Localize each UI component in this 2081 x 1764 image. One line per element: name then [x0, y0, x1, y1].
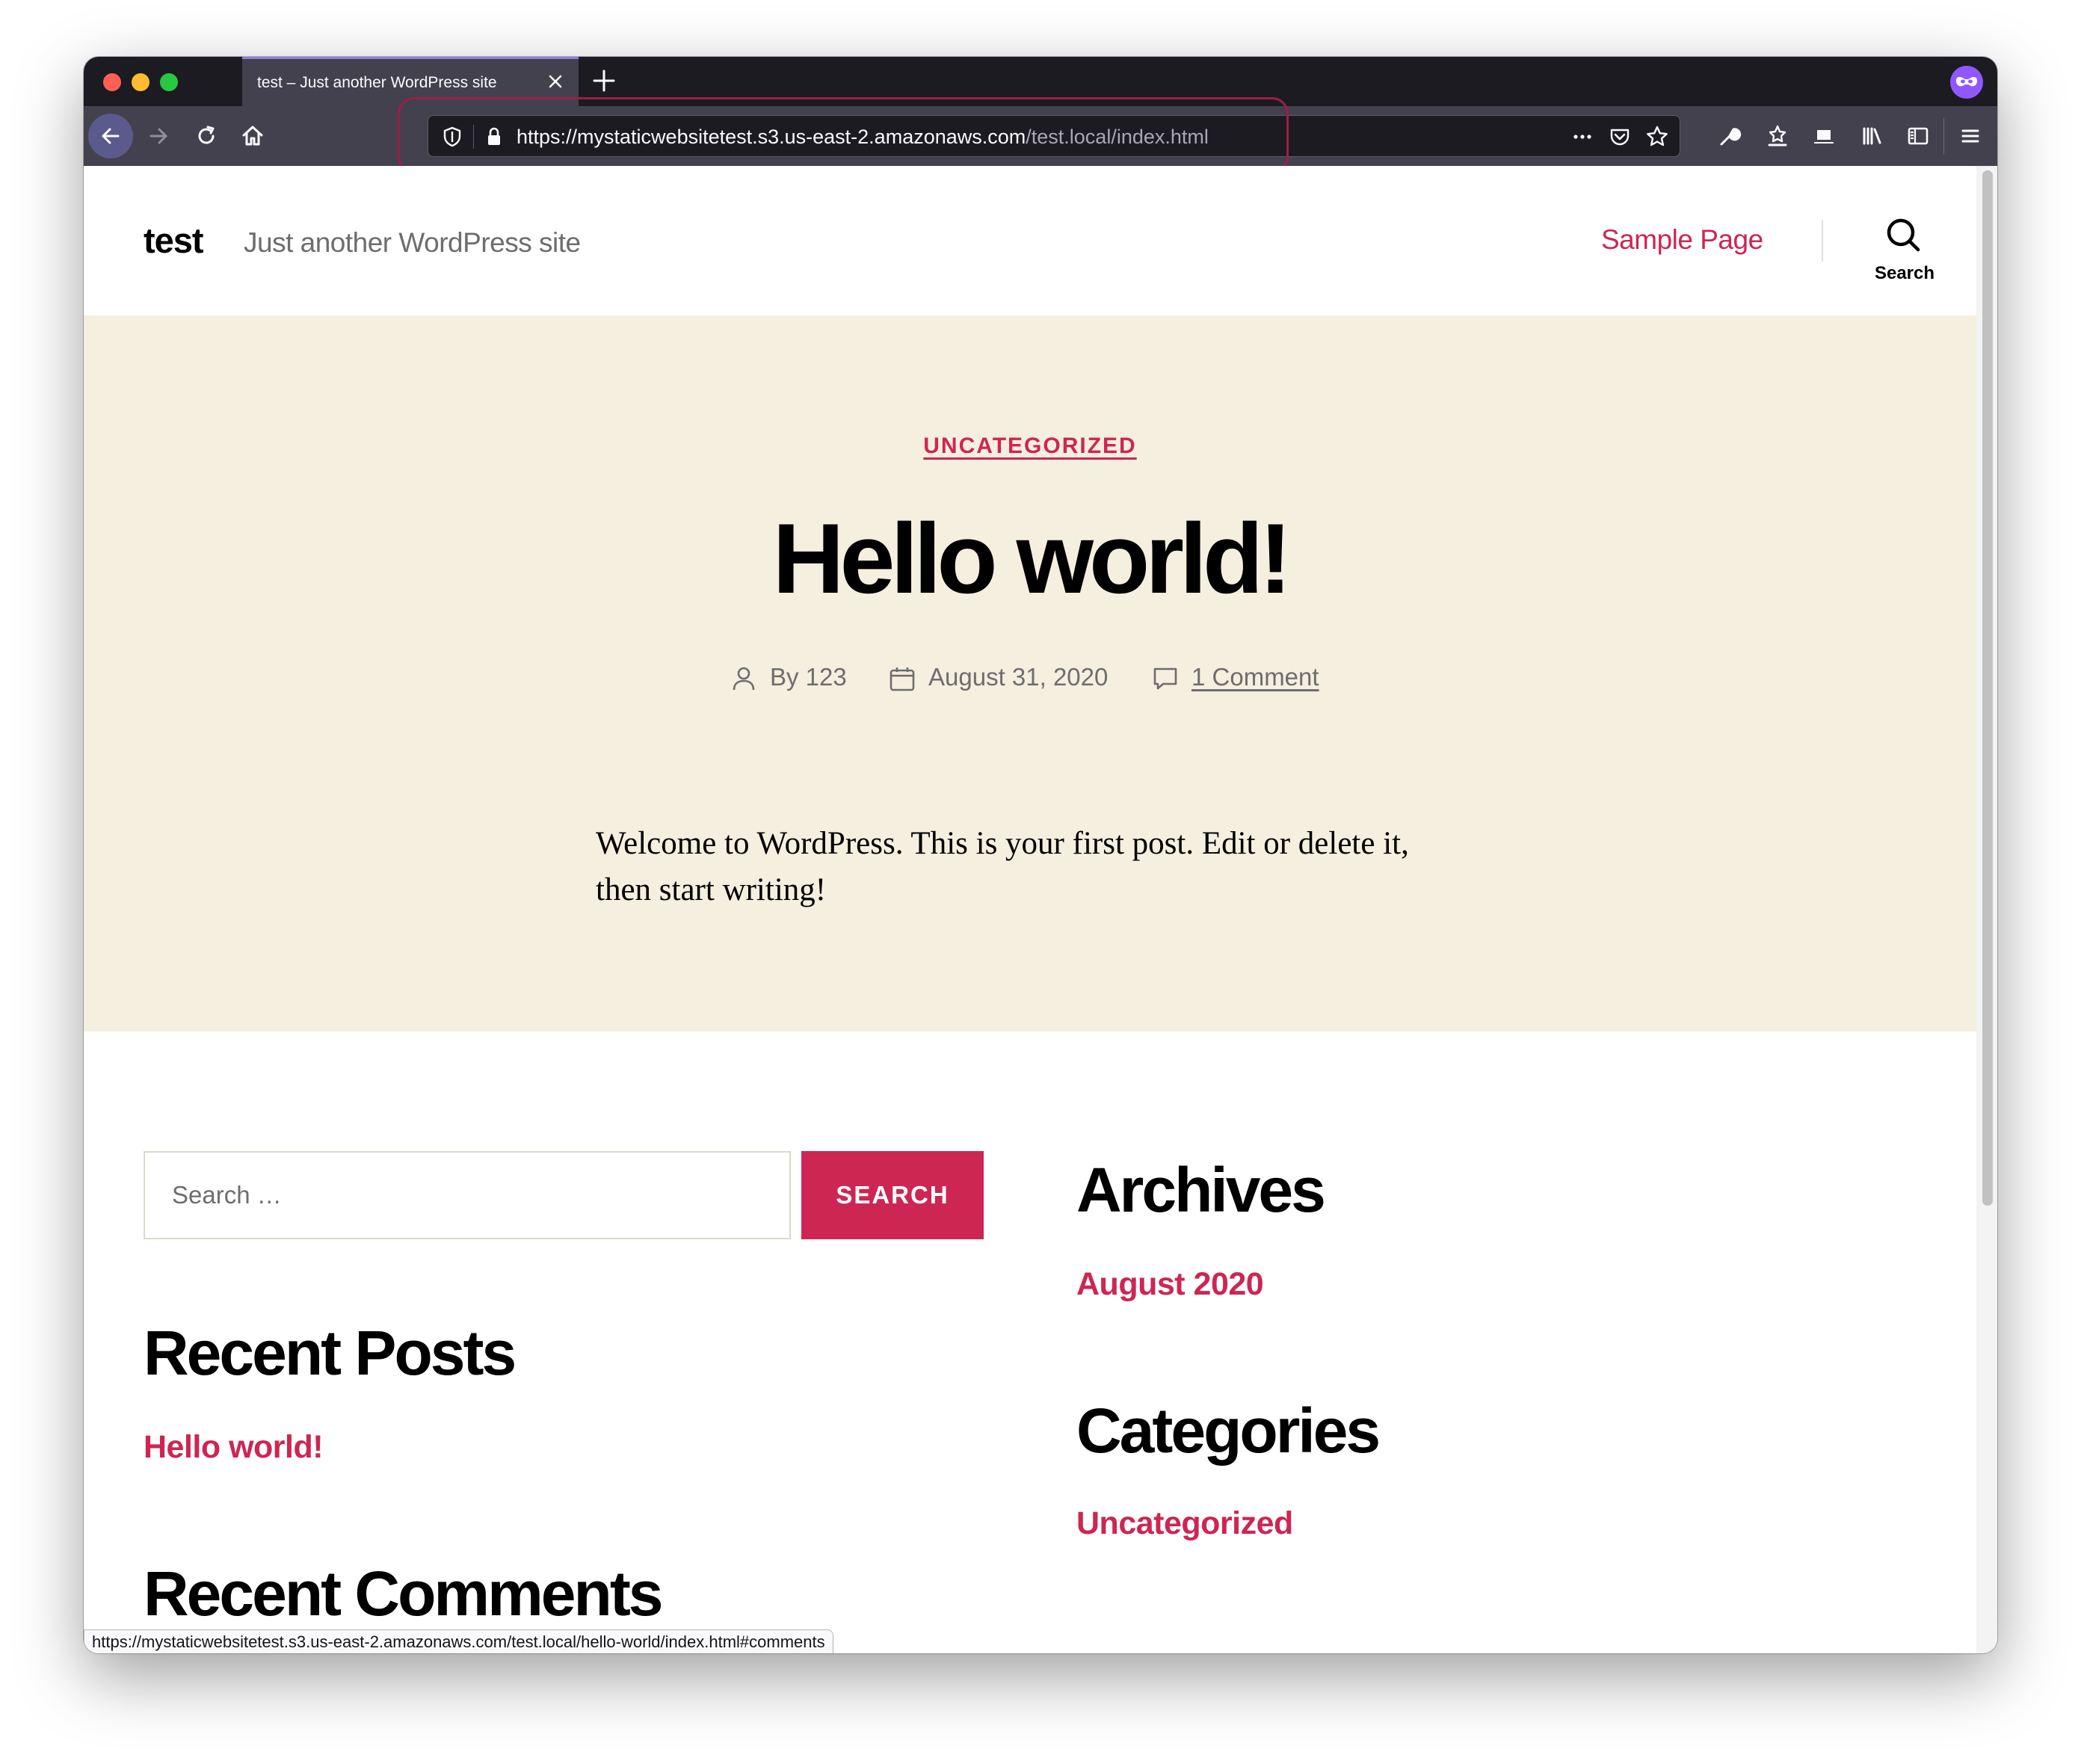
- search-toggle-label: Search: [1874, 263, 1935, 283]
- tab-title: test – Just another WordPress site: [257, 74, 497, 91]
- reload-button[interactable]: [187, 117, 226, 155]
- hamburger-menu-icon: [1961, 129, 1979, 143]
- back-button[interactable]: [88, 114, 133, 158]
- recent-post-link[interactable]: Hello world!: [144, 1429, 324, 1466]
- post-category: UNCATEGORIZED: [84, 434, 1976, 459]
- archive-link[interactable]: August 2020: [1076, 1266, 1264, 1303]
- wrench-icon: [1720, 128, 1742, 146]
- comment-icon: [1153, 667, 1177, 690]
- developer-tools-button[interactable]: [1710, 117, 1749, 155]
- sidebar-toggle-button[interactable]: [1899, 117, 1937, 155]
- search-submit-button[interactable]: SEARCH: [801, 1151, 984, 1239]
- sidebar-icon: [1908, 127, 1929, 145]
- laptop-icon: [1814, 130, 1834, 144]
- minimize-window-button[interactable]: [132, 73, 149, 91]
- header-separator: [1822, 220, 1823, 262]
- date-link[interactable]: August 31, 2020: [928, 663, 1108, 691]
- category-widget-link[interactable]: Uncategorized: [1076, 1505, 1293, 1542]
- close-tab-icon[interactable]: [543, 69, 568, 94]
- post-content: Welcome to WordPress. This is your first…: [596, 826, 1409, 907]
- home-button[interactable]: [233, 117, 272, 155]
- calendar-icon: [890, 667, 915, 691]
- back-arrow-icon: [102, 128, 120, 144]
- home-icon: [242, 126, 263, 146]
- scrollbar[interactable]: [1976, 166, 1997, 1653]
- search-input[interactable]: [145, 1153, 789, 1238]
- pocket-icon[interactable]: [1606, 123, 1633, 150]
- author-link[interactable]: By 123: [770, 663, 847, 691]
- cut-off-heading-fragment: [1076, 1642, 1181, 1653]
- forward-button[interactable]: [139, 117, 178, 155]
- bookmark-star-icon[interactable]: [1644, 123, 1671, 150]
- post-header: UNCATEGORIZED Hello world! By 123 August…: [84, 315, 1976, 1031]
- recent-comments-heading: Recent Comments: [144, 1558, 664, 1629]
- screenshot-button[interactable]: [1804, 117, 1843, 155]
- post-title: Hello world!: [772, 504, 1292, 614]
- nav-sample-page[interactable]: Sample Page: [1601, 224, 1763, 256]
- archives-heading: Archives: [1076, 1155, 1326, 1225]
- recent-posts-heading: Recent Posts: [144, 1318, 517, 1388]
- extension-star-icon: [1768, 125, 1787, 147]
- page-viewport: test Just another WordPress site Sample …: [84, 166, 1976, 1653]
- reload-icon: [198, 126, 215, 144]
- browser-window: test – Just another WordPress site https…: [84, 57, 1997, 1653]
- site-title[interactable]: test: [144, 220, 204, 261]
- library-icon: [1863, 127, 1881, 145]
- url-highlight-annotation: [398, 97, 1289, 173]
- site-description: Just another WordPress site: [244, 227, 581, 258]
- new-tab-icon[interactable]: [589, 66, 619, 96]
- forward-arrow-icon: [149, 128, 167, 144]
- comments-link[interactable]: 1 Comment: [1191, 663, 1319, 691]
- toolbar-divider: [1943, 118, 1944, 154]
- category-link[interactable]: UNCATEGORIZED: [923, 434, 1136, 458]
- scrollbar-thumb[interactable]: [1982, 170, 1993, 1206]
- search-field[interactable]: [144, 1151, 791, 1239]
- zoom-window-button[interactable]: [160, 73, 178, 91]
- search-icon: [1887, 218, 1920, 252]
- extensions-button[interactable]: [1758, 117, 1797, 155]
- close-window-button[interactable]: [103, 73, 121, 91]
- author-icon: [733, 667, 755, 691]
- categories-heading: Categories: [1076, 1396, 1381, 1466]
- page-actions-icon[interactable]: [1569, 123, 1596, 150]
- status-bar-link-preview: https://mystaticwebsitetest.s3.us-east-2…: [84, 1629, 833, 1653]
- library-button[interactable]: [1852, 117, 1891, 155]
- search-toggle[interactable]: Search: [1869, 215, 1940, 290]
- private-browsing-icon: [1950, 66, 1983, 99]
- app-menu-button[interactable]: [1951, 117, 1990, 155]
